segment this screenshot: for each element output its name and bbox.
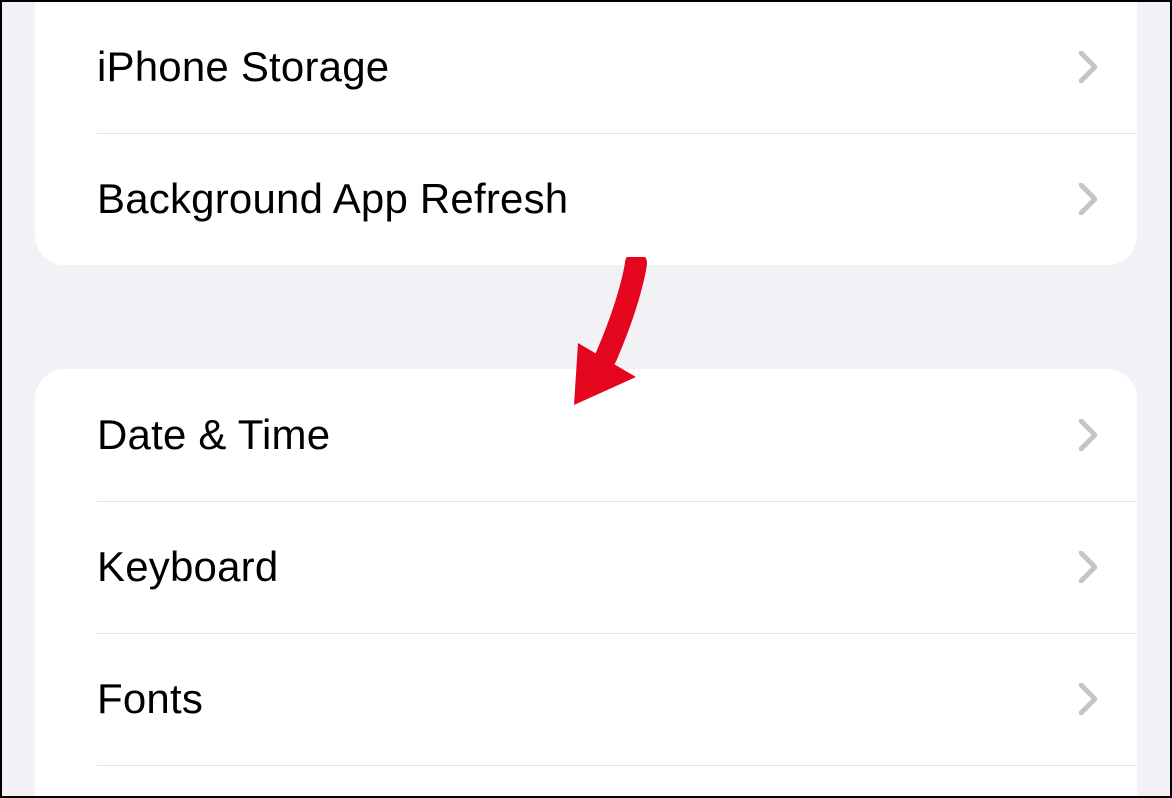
settings-row-fonts[interactable]: Fonts xyxy=(35,633,1137,765)
settings-row-label: iPhone Storage xyxy=(97,43,389,91)
settings-group-general: Date & Time Keyboard Fonts Language & Re… xyxy=(35,369,1137,798)
chevron-right-icon xyxy=(1079,551,1097,583)
settings-row-date-time[interactable]: Date & Time xyxy=(35,369,1137,501)
settings-row-background-app-refresh[interactable]: Background App Refresh xyxy=(35,133,1137,265)
settings-group-storage: iPhone Storage Background App Refresh xyxy=(35,1,1137,265)
settings-row-label: Keyboard xyxy=(97,543,278,591)
settings-row-keyboard[interactable]: Keyboard xyxy=(35,501,1137,633)
settings-row-language-region[interactable]: Language & Region xyxy=(35,765,1137,798)
settings-row-label: Fonts xyxy=(97,675,203,723)
chevron-right-icon xyxy=(1079,683,1097,715)
chevron-right-icon xyxy=(1079,419,1097,451)
group-spacer xyxy=(35,265,1137,369)
settings-screen: iPhone Storage Background App Refresh Da… xyxy=(0,0,1172,798)
chevron-right-icon xyxy=(1079,51,1097,83)
settings-row-label: Date & Time xyxy=(97,411,330,459)
chevron-right-icon xyxy=(1079,183,1097,215)
settings-row-iphone-storage[interactable]: iPhone Storage xyxy=(35,1,1137,133)
settings-row-label: Background App Refresh xyxy=(97,175,568,223)
